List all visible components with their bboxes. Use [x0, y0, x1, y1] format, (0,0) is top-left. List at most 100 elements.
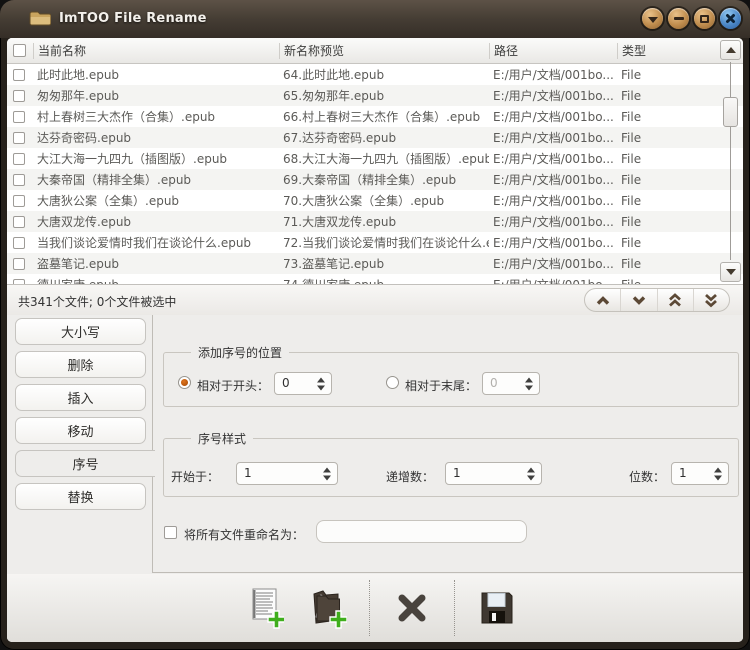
titlebar[interactable]: ImTOO File Rename — [0, 0, 750, 38]
clear-list-button[interactable] — [390, 584, 434, 632]
table-row[interactable]: 此时此地.epub 64.此时此地.epub E:/用户/文档/001bo...… — [7, 64, 743, 85]
add-folder-button[interactable] — [305, 584, 349, 632]
spinner-arrows-icon[interactable] — [527, 467, 535, 480]
vertical-scrollbar[interactable] — [720, 40, 741, 282]
move-bottom-button[interactable] — [693, 289, 729, 311]
row-checkbox[interactable] — [13, 258, 25, 270]
sidebar-item-替换[interactable]: 替换 — [15, 483, 146, 510]
row-checkbox[interactable] — [13, 153, 25, 165]
row-checkbox[interactable] — [13, 111, 25, 123]
scrollbar-thumb[interactable] — [723, 97, 738, 127]
row-checkbox[interactable] — [13, 174, 25, 186]
status-text: 共341个文件; 0个文件被选中 — [18, 293, 176, 310]
table-row[interactable]: 村上春树三大杰作（合集）.epub 66.村上春树三大杰作（合集）.epub E… — [7, 106, 743, 127]
table-row[interactable]: 达芬奇密码.epub 67.达芬奇密码.epub E:/用户/文档/001bo.… — [7, 127, 743, 148]
status-bar: 共341个文件; 0个文件被选中 — [7, 285, 743, 315]
spinner-arrows-icon[interactable] — [525, 377, 533, 390]
table-row[interactable]: 德川家康.epub 74.德川家康.epub E:/用户/文档/001bo...… — [7, 274, 743, 285]
style-group: 序号样式 开始于： 1 递增数： 1 位数： 1 — [163, 438, 739, 497]
row-checkbox[interactable] — [13, 216, 25, 228]
toolbar-separator — [454, 580, 455, 636]
move-down-icon — [630, 294, 648, 307]
row-checkbox[interactable] — [13, 90, 25, 102]
content-area: 当前名称 新名称预览 路径 类型 此时此地.epub 64.此时此地.epub … — [7, 38, 743, 642]
move-control — [584, 288, 730, 312]
start-offset-spinner[interactable]: 0 — [274, 372, 332, 395]
table-row[interactable]: 匆匆那年.epub 65.匆匆那年.epub E:/用户/文档/001bo...… — [7, 85, 743, 106]
add-files-icon — [246, 587, 284, 629]
move-down-button[interactable] — [620, 289, 656, 311]
file-table: 当前名称 新名称预览 路径 类型 此时此地.epub 64.此时此地.epub … — [7, 38, 743, 285]
column-header-path[interactable]: 路径 — [489, 38, 617, 63]
radio-relative-end-label: 相对于末尾： — [405, 377, 477, 394]
maximize-button[interactable] — [694, 8, 715, 29]
rename-all-checkbox[interactable] — [164, 526, 177, 539]
table-row[interactable]: 大唐双龙传.epub 71.大唐双龙传.epub E:/用户/文档/001bo.… — [7, 211, 743, 232]
scrollbar-track[interactable] — [730, 62, 731, 260]
table-row[interactable]: 大江大海一九四九（插图版）.epub 68.大江大海一九四九（插图版）.epub… — [7, 148, 743, 169]
table-row[interactable]: 大秦帝国（精排全集）.epub 69.大秦帝国（精排全集）.epub E:/用户… — [7, 169, 743, 190]
row-checkbox[interactable] — [13, 237, 25, 249]
digits-label: 位数： — [629, 468, 665, 485]
toolbar-separator — [369, 580, 370, 636]
row-checkbox[interactable] — [13, 132, 25, 144]
end-offset-spinner[interactable]: 0 — [482, 372, 540, 395]
spinner-arrows-icon[interactable] — [317, 377, 325, 390]
close-button[interactable] — [720, 8, 741, 29]
row-checkbox[interactable] — [13, 69, 25, 81]
save-rename-button[interactable] — [475, 584, 519, 632]
move-top-button[interactable] — [657, 289, 693, 311]
app-window: ImTOO File Rename 当前名称 新名称预览 路径 类型 — [0, 0, 750, 650]
spinner-arrows-icon[interactable] — [323, 467, 331, 480]
move-top-icon — [666, 293, 684, 308]
move-up-icon — [594, 294, 612, 307]
window-title: ImTOO File Rename — [59, 11, 207, 26]
scroll-up-icon — [726, 47, 736, 53]
move-up-button[interactable] — [585, 289, 620, 311]
radio-relative-start-label: 相对于开头： — [197, 377, 269, 394]
table-row[interactable]: 大唐狄公案（全集）.epub 70.大唐狄公案（全集）.epub E:/用户/文… — [7, 190, 743, 211]
move-bottom-icon — [702, 293, 720, 308]
table-row[interactable]: 盗墓笔记.epub 73.盗墓笔记.epub E:/用户/文档/001bo...… — [7, 253, 743, 274]
maximize-icon — [700, 15, 709, 23]
table-row[interactable]: 当我们谈论爱情时我们在谈论什么.epub 72.当我们谈论爱情时我们在谈论什么.… — [7, 232, 743, 253]
radio-relative-end[interactable] — [386, 376, 399, 389]
start-at-label: 开始于： — [171, 468, 219, 485]
scroll-down-icon — [726, 269, 736, 275]
sidebar-item-序号[interactable]: 序号 — [15, 450, 155, 477]
digits-spinner[interactable]: 1 — [671, 462, 729, 485]
add-folder-icon — [307, 587, 347, 629]
sidebar-item-大小写[interactable]: 大小写 — [15, 318, 146, 345]
rename-all-label: 将所有文件重命名为： — [184, 526, 304, 543]
scroll-up-button[interactable] — [720, 40, 741, 60]
serial-number-panel: 添加序号的位置 相对于开头： 0 相对于末尾： 0 序号样式 — [152, 315, 743, 573]
row-checkbox[interactable] — [13, 195, 25, 207]
scroll-down-button[interactable] — [720, 262, 741, 282]
lower-area: 大小写 删除 插入 移动 序号 替换 添加序号的位置 相对于开头： 0 — [7, 315, 743, 642]
radio-relative-start[interactable] — [178, 376, 191, 389]
shade-button[interactable] — [642, 8, 663, 29]
shade-icon — [648, 17, 658, 23]
position-group: 添加序号的位置 相对于开头： 0 相对于末尾： 0 — [163, 352, 739, 407]
table-header: 当前名称 新名称预览 路径 类型 — [7, 38, 743, 64]
start-at-spinner[interactable]: 1 — [236, 462, 338, 485]
sidebar-item-删除[interactable]: 删除 — [15, 351, 146, 378]
sidebar-item-插入[interactable]: 插入 — [15, 384, 146, 411]
position-group-title: 添加序号的位置 — [191, 344, 289, 361]
save-rename-icon — [479, 590, 515, 626]
bottom-toolbar — [7, 574, 743, 642]
minimize-button[interactable] — [668, 8, 689, 29]
spinner-arrows-icon[interactable] — [714, 467, 722, 480]
sidebar-item-移动[interactable]: 移动 — [15, 417, 146, 444]
minimize-icon — [674, 17, 684, 20]
increment-spinner[interactable]: 1 — [445, 462, 542, 485]
style-group-title: 序号样式 — [191, 430, 253, 447]
column-header-preview[interactable]: 新名称预览 — [279, 38, 489, 63]
column-header-current[interactable]: 当前名称 — [33, 38, 279, 63]
table-body: 此时此地.epub 64.此时此地.epub E:/用户/文档/001bo...… — [7, 64, 743, 285]
add-files-button[interactable] — [243, 584, 287, 632]
rename-all-input[interactable] — [316, 520, 527, 543]
clear-list-icon — [393, 589, 431, 627]
increment-label: 递增数： — [386, 468, 434, 485]
select-all-checkbox[interactable] — [13, 44, 26, 57]
